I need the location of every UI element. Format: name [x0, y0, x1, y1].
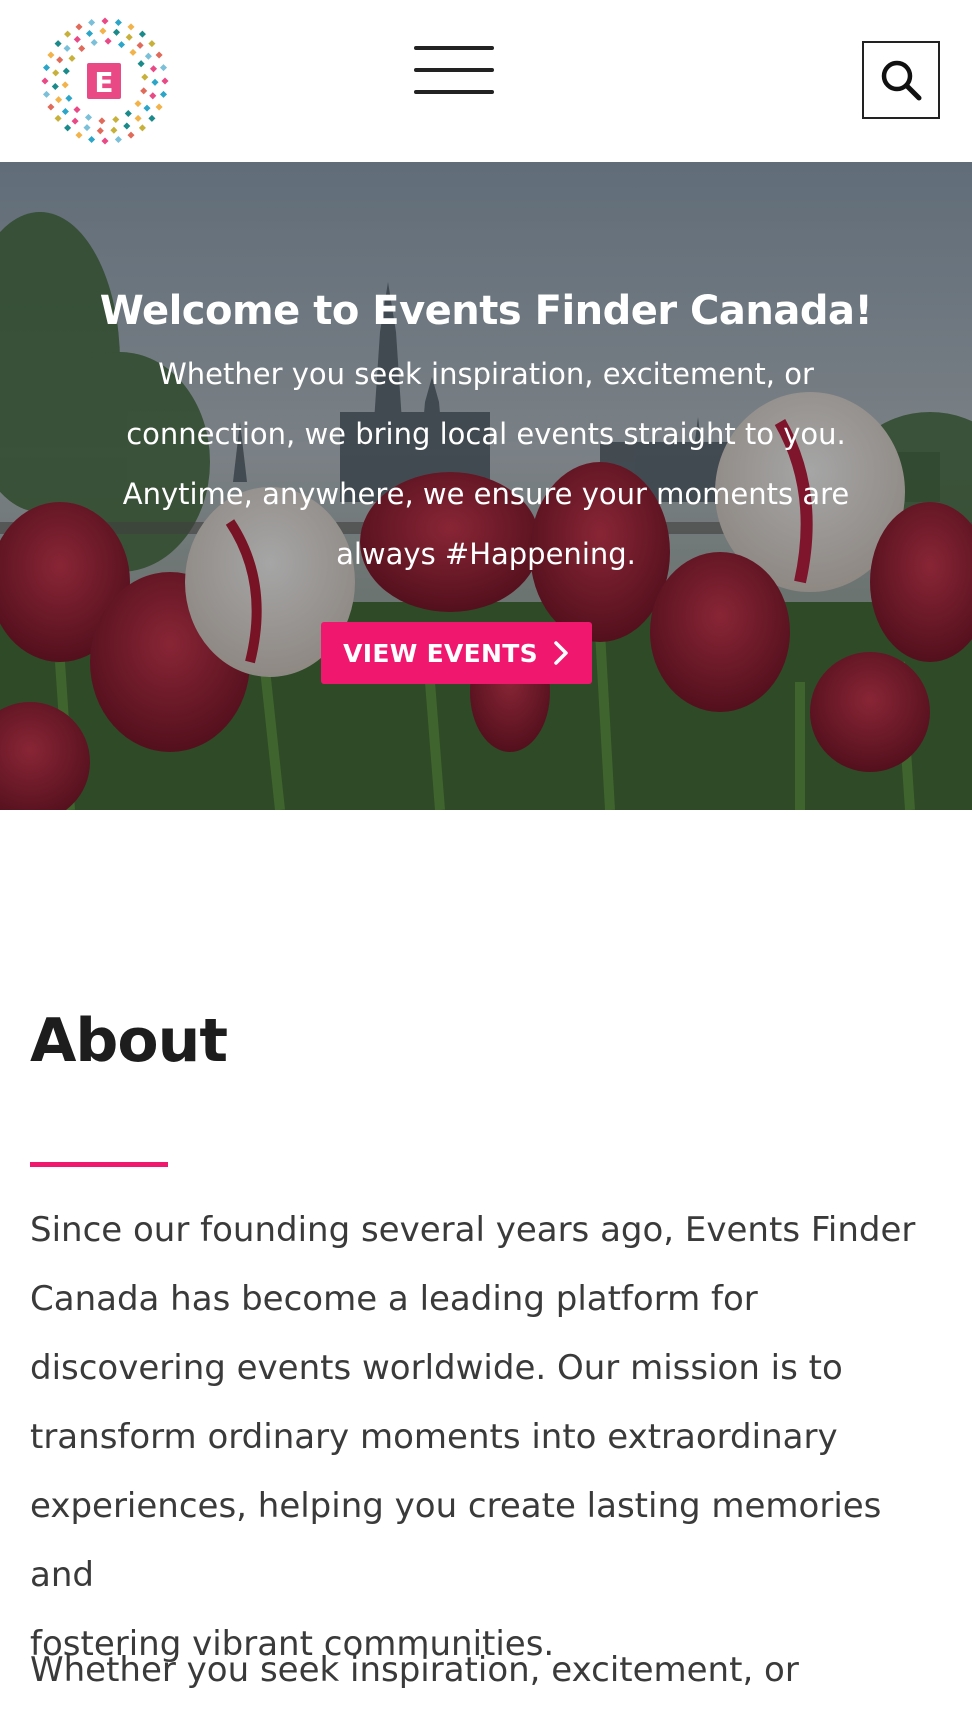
about-section: About	[30, 1006, 942, 1076]
view-events-label: VIEW EVENTS	[343, 638, 538, 668]
logo-letter: E	[94, 66, 113, 99]
hero-line: Whether you seek inspiration, excitement…	[158, 357, 814, 391]
about-line: Whether you seek inspiration, excitement…	[30, 1650, 799, 1690]
view-events-button[interactable]: VIEW EVENTS	[321, 622, 592, 684]
logo-confetti-icon: E	[41, 17, 169, 145]
about-line: Canada has become a leading platform for	[30, 1279, 758, 1319]
about-paragraph: Since our founding several years ago, Ev…	[30, 1196, 944, 1679]
hero-line: always #Happening.	[336, 537, 636, 571]
hero-line: connection, we bring local events straig…	[126, 417, 846, 451]
hero-line: Anytime, anywhere, we ensure your moment…	[122, 477, 850, 511]
hero-content: Welcome to Events Finder Canada! Whether…	[60, 288, 912, 584]
about-heading: About	[30, 1006, 228, 1076]
chevron-right-icon	[554, 641, 568, 665]
site-logo[interactable]: E	[38, 14, 172, 148]
heading-accent-divider	[30, 1162, 168, 1167]
hero-banner: Welcome to Events Finder Canada! Whether…	[0, 162, 972, 810]
about-line: transform ordinary moments into extraord…	[30, 1417, 838, 1457]
about-line: discovering events worldwide. Our missio…	[30, 1348, 843, 1388]
about-line: experiences, helping you create lasting …	[30, 1486, 882, 1595]
site-header: E	[0, 0, 972, 162]
hero-tagline: Whether you seek inspiration, excitement…	[60, 344, 912, 584]
hero-title: Welcome to Events Finder Canada!	[99, 288, 873, 334]
about-line: Since our founding several years ago, Ev…	[30, 1210, 916, 1250]
menu-toggle-button[interactable]	[412, 44, 496, 98]
about-paragraph-2: Whether you seek inspiration, excitement…	[30, 1636, 944, 1705]
search-button[interactable]	[862, 41, 940, 119]
search-icon	[881, 60, 922, 101]
